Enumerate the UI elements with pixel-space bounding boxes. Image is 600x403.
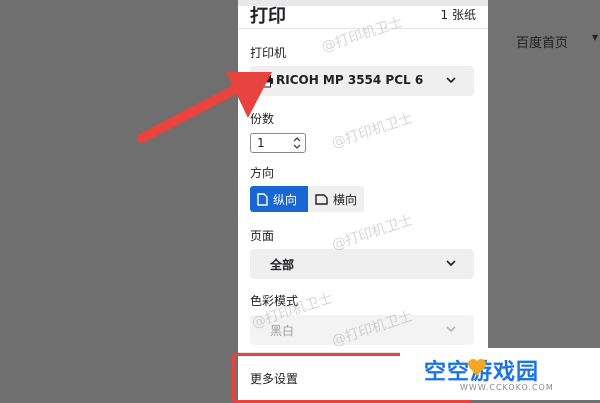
pages-select[interactable]: 全部 [250,249,474,279]
chevron-down-icon [446,326,456,333]
landscape-page-icon [315,193,328,205]
landscape-button[interactable]: 横向 [308,186,364,212]
chevron-down-icon [446,77,456,84]
red-arrow-annotation [137,72,272,143]
color-mode-select: 黑白 [250,315,474,345]
pages-value: 全部 [270,258,295,272]
printer-value: RICOH MP 3554 PCL 6 [276,73,424,87]
site-logo: 空空游戏园 WWW.CCKOKO.COM [400,348,600,400]
divider [238,28,488,29]
page-background: 百度首页 ▾ [488,0,600,400]
landscape-label: 横向 [333,192,358,207]
pages-label: 页面 [250,229,275,243]
portrait-button[interactable]: 纵向 [250,186,308,212]
print-dialog: 打印 1 张纸 打印机 RICOH MP 3554 PCL 6 份数 1 方向 … [238,0,488,400]
chevron-icon: ▾ [592,30,599,44]
portrait-label: 纵向 [273,192,298,207]
portrait-page-icon [257,192,268,206]
orientation-toggle: 纵向 横向 [250,186,366,212]
color-mode-label: 色彩模式 [250,294,299,308]
color-mode-value: 黑白 [270,324,295,338]
chevron-down-icon [446,260,456,267]
orientation-label: 方向 [250,166,275,180]
dialog-title: 打印 [250,6,286,27]
home-link[interactable]: 百度首页 [516,32,568,51]
printer-select[interactable]: RICOH MP 3554 PCL 6 [250,66,474,96]
stepper-arrows-icon[interactable] [292,136,302,150]
logo-subtext: WWW.CCKOKO.COM [460,383,554,392]
sheet-count: 1 张纸 [440,8,476,22]
printer-label: 打印机 [250,46,287,60]
heart-icon [468,359,486,376]
